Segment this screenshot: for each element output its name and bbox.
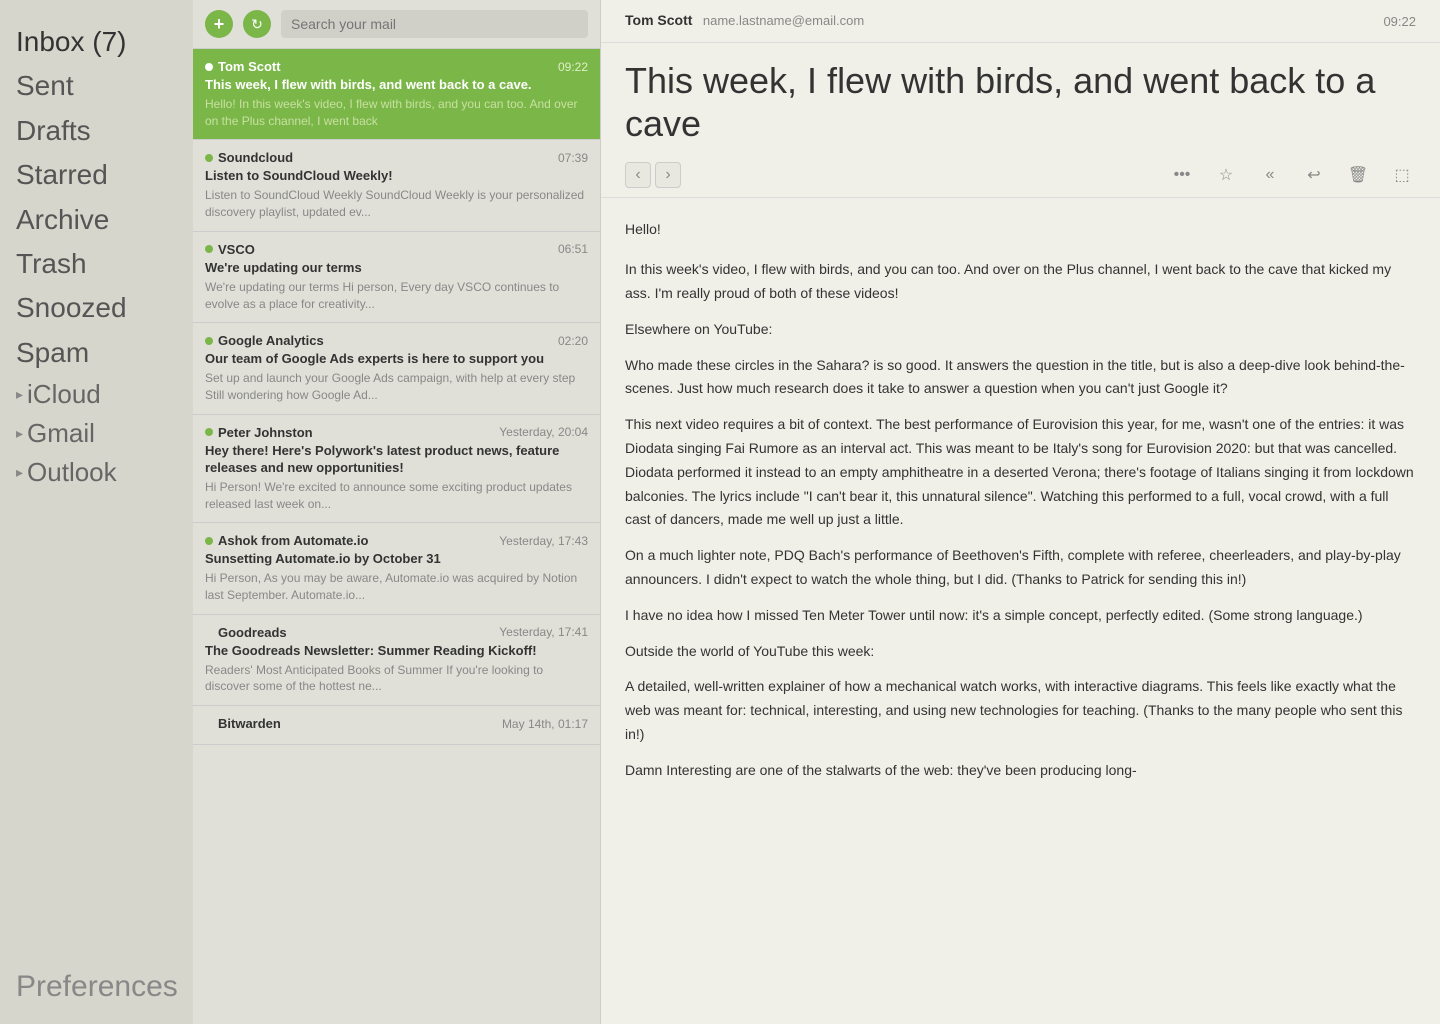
email-list-header: + ↻ xyxy=(193,0,600,49)
email-time: 06:51 xyxy=(558,242,588,256)
email-subject: We're updating our terms xyxy=(205,260,588,277)
email-sender-info: Tom Scott name.lastname@email.com xyxy=(625,12,864,30)
more-options-button[interactable]: ••• xyxy=(1168,161,1196,189)
email-subject: The Goodreads Newsletter: Summer Reading… xyxy=(205,643,588,660)
email-subject-title: This week, I flew with birds, and went b… xyxy=(625,59,1416,145)
archive-button[interactable]: ⬚ xyxy=(1388,161,1416,189)
sidebar-item-snoozed[interactable]: Snoozed xyxy=(16,286,177,330)
search-input[interactable] xyxy=(281,10,588,38)
email-time: 02:20 xyxy=(558,334,588,348)
next-email-button[interactable]: › xyxy=(655,162,681,188)
sidebar-item-sent[interactable]: Sent xyxy=(16,64,177,108)
email-list-panel: + ↻ Tom Scott 09:22 This week, I flew wi… xyxy=(193,0,601,1024)
email-sender-name: VSCO xyxy=(218,242,255,257)
unread-indicator xyxy=(205,720,213,728)
sidebar-item-drafts[interactable]: Drafts xyxy=(16,109,177,153)
email-time: 09:22 xyxy=(558,60,588,74)
email-body-paragraph: This next video requires a bit of contex… xyxy=(625,413,1416,532)
star-button[interactable]: ☆ xyxy=(1212,161,1240,189)
email-time: May 14th, 01:17 xyxy=(502,717,588,731)
unread-indicator xyxy=(205,337,213,345)
icloud-expand-icon: ▸ xyxy=(16,386,23,403)
email-sender-name: Peter Johnston xyxy=(218,425,313,440)
email-list-item[interactable]: Peter Johnston Yesterday, 20:04 Hey ther… xyxy=(193,415,600,523)
email-preview: Readers' Most Anticipated Books of Summe… xyxy=(205,662,588,696)
email-list: Tom Scott 09:22 This week, I flew with b… xyxy=(193,49,600,1024)
sidebar: Inbox (7) Sent Drafts Starred Archive Tr… xyxy=(0,0,193,1024)
email-subject: Sunsetting Automate.io by October 31 xyxy=(205,551,588,568)
email-subject: Our team of Google Ads experts is here t… xyxy=(205,351,588,368)
sidebar-item-trash[interactable]: Trash xyxy=(16,242,177,286)
unread-indicator xyxy=(205,63,213,71)
email-title-section: This week, I flew with birds, and went b… xyxy=(601,43,1440,153)
email-body: Hello! In this week's video, I flew with … xyxy=(601,198,1440,1024)
email-subject: Hey there! Here's Polywork's latest prod… xyxy=(205,443,588,477)
email-from-address: name.lastname@email.com xyxy=(703,13,864,28)
email-body-paragraph: Who made these circles in the Sahara? is… xyxy=(625,354,1416,402)
email-list-item[interactable]: Tom Scott 09:22 This week, I flew with b… xyxy=(193,49,600,140)
unread-indicator xyxy=(205,537,213,545)
email-sender-name: Bitwarden xyxy=(218,716,281,731)
sidebar-item-starred[interactable]: Starred xyxy=(16,153,177,197)
email-received-time: 09:22 xyxy=(1383,14,1416,29)
email-sender-name: Tom Scott xyxy=(218,59,281,74)
trash-button[interactable]: 🗑 xyxy=(1344,161,1372,189)
email-subject: Listen to SoundCloud Weekly! xyxy=(205,168,588,185)
sidebar-item-gmail[interactable]: ▸ Gmail xyxy=(16,414,177,453)
reply-button[interactable]: ↩ xyxy=(1300,161,1328,189)
email-sender-name: Soundcloud xyxy=(218,150,293,165)
outlook-expand-icon: ▸ xyxy=(16,464,23,481)
email-greeting: Hello! xyxy=(625,218,1416,242)
sidebar-item-preferences[interactable]: Preferences xyxy=(16,950,177,1004)
gmail-expand-icon: ▸ xyxy=(16,425,23,442)
email-from-name: Tom Scott xyxy=(625,12,692,28)
email-list-item[interactable]: Ashok from Automate.io Yesterday, 17:43 … xyxy=(193,523,600,614)
email-preview: Hi Person, As you may be aware, Automate… xyxy=(205,570,588,604)
unread-indicator xyxy=(205,245,213,253)
unread-indicator xyxy=(205,154,213,162)
email-body-paragraph: Damn Interesting are one of the stalwart… xyxy=(625,759,1416,783)
email-body-paragraph: A detailed, well-written explainer of ho… xyxy=(625,675,1416,746)
sidebar-item-spam[interactable]: Spam xyxy=(16,331,177,375)
unread-indicator xyxy=(205,628,213,636)
sidebar-item-archive[interactable]: Archive xyxy=(16,198,177,242)
email-time: Yesterday, 20:04 xyxy=(499,425,588,439)
email-sender-name: Ashok from Automate.io xyxy=(218,533,368,548)
email-preview: Listen to SoundCloud Weekly SoundCloud W… xyxy=(205,187,588,221)
email-list-item[interactable]: Goodreads Yesterday, 17:41 The Goodreads… xyxy=(193,615,600,706)
email-preview: We're updating our terms Hi person, Ever… xyxy=(205,279,588,313)
email-content-header: Tom Scott name.lastname@email.com 09:22 xyxy=(601,0,1440,43)
unread-indicator xyxy=(205,428,213,436)
email-actions-bar: ‹ › ••• ☆ « ↩ 🗑 ⬚ xyxy=(601,153,1440,198)
reply-all-button[interactable]: « xyxy=(1256,161,1284,189)
email-preview: Hello! In this week's video, I flew with… xyxy=(205,96,588,130)
refresh-button[interactable]: ↻ xyxy=(243,10,271,38)
email-subject: This week, I flew with birds, and went b… xyxy=(205,77,588,94)
sidebar-item-outlook[interactable]: ▸ Outlook xyxy=(16,453,177,492)
email-body-paragraph: Outside the world of YouTube this week: xyxy=(625,640,1416,664)
email-sender-name: Google Analytics xyxy=(218,333,324,348)
email-body-paragraph: On a much lighter note, PDQ Bach's perfo… xyxy=(625,544,1416,592)
email-list-item[interactable]: Soundcloud 07:39 Listen to SoundCloud We… xyxy=(193,140,600,231)
compose-button[interactable]: + xyxy=(205,10,233,38)
email-preview: Set up and launch your Google Ads campai… xyxy=(205,370,588,404)
prev-email-button[interactable]: ‹ xyxy=(625,162,651,188)
email-body-paragraph: I have no idea how I missed Ten Meter To… xyxy=(625,604,1416,628)
email-time: 07:39 xyxy=(558,151,588,165)
email-list-item[interactable]: VSCO 06:51 We're updating our terms We'r… xyxy=(193,232,600,323)
sidebar-item-inbox[interactable]: Inbox (7) xyxy=(16,20,177,64)
sidebar-item-icloud[interactable]: ▸ iCloud xyxy=(16,375,177,414)
email-preview: Hi Person! We're excited to announce som… xyxy=(205,479,588,513)
email-list-item[interactable]: Google Analytics 02:20 Our team of Googl… xyxy=(193,323,600,414)
email-time: Yesterday, 17:41 xyxy=(499,625,588,639)
email-body-paragraph: In this week's video, I flew with birds,… xyxy=(625,258,1416,306)
email-time: Yesterday, 17:43 xyxy=(499,534,588,548)
email-sender-name: Goodreads xyxy=(218,625,287,640)
email-navigation: ‹ › xyxy=(625,162,681,188)
email-action-icons: ••• ☆ « ↩ 🗑 ⬚ xyxy=(1168,161,1416,189)
email-body-paragraph: Elsewhere on YouTube: xyxy=(625,318,1416,342)
email-list-item[interactable]: Bitwarden May 14th, 01:17 xyxy=(193,706,600,745)
email-content-panel: Tom Scott name.lastname@email.com 09:22 … xyxy=(601,0,1440,1024)
